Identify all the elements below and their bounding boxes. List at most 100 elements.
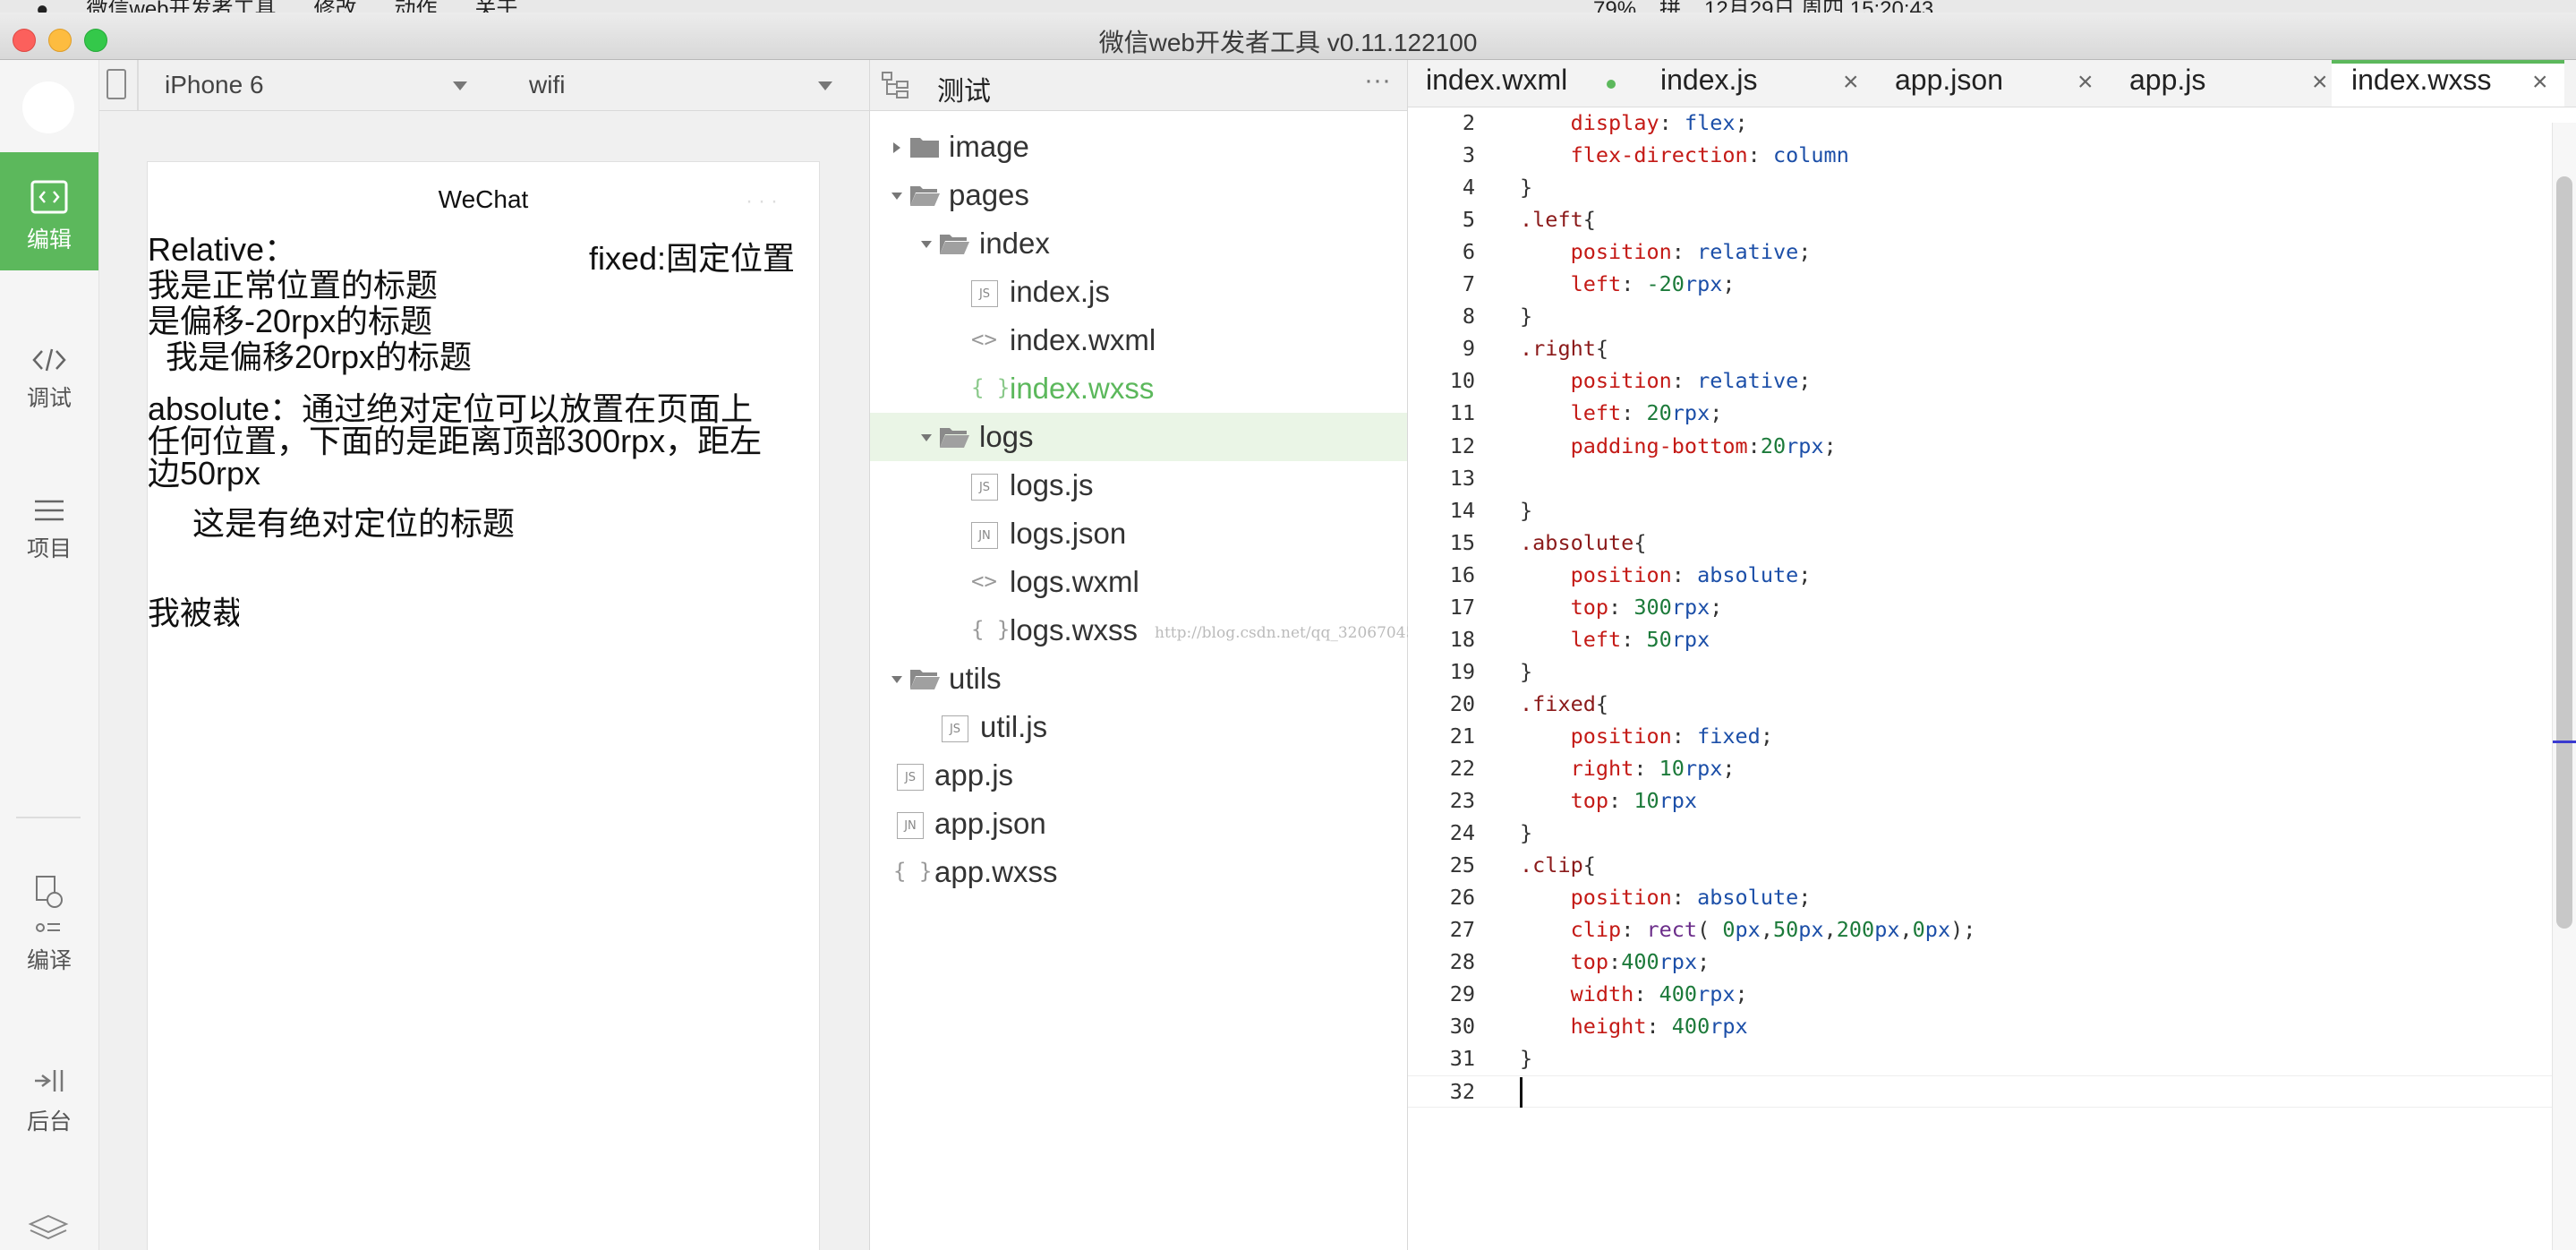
chevron-down-icon[interactable] bbox=[921, 434, 932, 441]
code-line[interactable]: 6 position: relative; bbox=[1408, 235, 2554, 268]
code-token: rpx bbox=[1684, 756, 1723, 781]
more-dots-icon[interactable]: ··· bbox=[746, 189, 783, 214]
menu-item-about[interactable]: 关于 bbox=[475, 0, 518, 13]
chevron-down-icon[interactable] bbox=[921, 241, 932, 248]
code-line[interactable]: 14} bbox=[1408, 494, 2554, 527]
tab-index-js[interactable]: index.js × bbox=[1641, 60, 1875, 107]
editor-scrollbar[interactable] bbox=[2552, 123, 2576, 1250]
tree-folder-index[interactable]: index bbox=[870, 219, 1407, 268]
code-line[interactable]: 27 clip: rect( 0px,50px,200px,0px); bbox=[1408, 913, 2554, 946]
tree-folder-utils[interactable]: utils bbox=[870, 655, 1407, 703]
menu-item-action[interactable]: 动作 bbox=[395, 0, 438, 13]
sidebar-item-background[interactable]: 后台 bbox=[0, 1065, 98, 1136]
input-method-icon[interactable]: 拼 bbox=[1659, 0, 1681, 13]
code-token: 300 bbox=[1633, 594, 1672, 620]
tree-file-app-wxss[interactable]: { } app.wxss bbox=[870, 848, 1407, 896]
code-token: : bbox=[1621, 626, 1647, 652]
tab-app-js[interactable]: app.js × bbox=[2110, 60, 2344, 107]
code-line[interactable]: 16 position: absolute; bbox=[1408, 559, 2554, 591]
chevron-down-icon[interactable] bbox=[891, 193, 902, 200]
code-line[interactable]: 31} bbox=[1408, 1042, 2554, 1074]
code-line[interactable]: 8} bbox=[1408, 300, 2554, 332]
code-line[interactable]: 12 padding-bottom:20rpx; bbox=[1408, 430, 2554, 462]
code-token: : bbox=[1747, 142, 1773, 168]
code-line[interactable]: 3 flex-direction: column bbox=[1408, 139, 2554, 171]
chevron-down-icon[interactable] bbox=[891, 676, 902, 683]
code-line[interactable]: 17 top: 300rpx; bbox=[1408, 591, 2554, 623]
tree-file-logs-json[interactable]: JN logs.json bbox=[870, 509, 1407, 558]
code-area[interactable]: 2 display: flex; 3 flex-direction: column… bbox=[1408, 107, 2554, 1250]
sidebar-item-project[interactable]: 项目 bbox=[0, 497, 98, 563]
sidebar-item-edit[interactable]: 编辑 bbox=[0, 152, 98, 270]
tree-item-label: logs.wxss bbox=[1010, 613, 1139, 646]
close-icon[interactable]: × bbox=[1843, 67, 1859, 98]
code-line[interactable]: 30 height: 400rpx bbox=[1408, 1010, 2554, 1042]
tree-file-logs-wxml[interactable]: <> logs.wxml bbox=[870, 558, 1407, 606]
code-line[interactable]: 10 position: relative; bbox=[1408, 364, 2554, 397]
code-token: clip bbox=[1570, 917, 1622, 943]
tree-file-index-wxml[interactable]: <> index.wxml bbox=[870, 316, 1407, 364]
code-line[interactable]: 20 .fixed{ bbox=[1408, 688, 2554, 720]
tree-folder-pages[interactable]: pages bbox=[870, 171, 1407, 219]
code-line[interactable]: 28 top:400rpx; bbox=[1408, 946, 2554, 978]
scrollbar-thumb[interactable] bbox=[2556, 176, 2572, 929]
menu-item-app[interactable]: 微信web开发者工具 bbox=[87, 0, 277, 13]
code-line[interactable]: 23 top: 10rpx bbox=[1408, 784, 2554, 817]
tree-view-icon[interactable] bbox=[881, 71, 911, 99]
code-text: top: 10rpx bbox=[1520, 788, 1698, 813]
tree-file-index-wxss[interactable]: { } index.wxss bbox=[870, 364, 1407, 413]
tree-file-app-json[interactable]: JN app.json bbox=[870, 800, 1407, 848]
code-token: top bbox=[1570, 949, 1609, 975]
tree-file-index-js[interactable]: JS index.js bbox=[870, 268, 1407, 316]
code-line[interactable]: 7 left: -20rpx; bbox=[1408, 268, 2554, 300]
avatar[interactable] bbox=[22, 81, 74, 133]
layers-icon[interactable] bbox=[27, 1213, 70, 1244]
code-line[interactable]: 21 position: fixed; bbox=[1408, 720, 2554, 752]
code-line[interactable]: 13 bbox=[1408, 462, 2554, 494]
tree-item-label: index bbox=[979, 227, 1050, 260]
tree-file-logs-js[interactable]: JS logs.js bbox=[870, 461, 1407, 509]
apple-menu-icon[interactable]: ● bbox=[36, 0, 49, 13]
tree-file-util-js[interactable]: JS util.js bbox=[870, 703, 1407, 751]
code-line[interactable]: 24} bbox=[1408, 817, 2554, 849]
code-line[interactable]: 25 .clip{ bbox=[1408, 849, 2554, 881]
clock[interactable]: 12月29日 周四 15:20:43 bbox=[1704, 0, 1933, 13]
code-line[interactable]: 2 display: flex; bbox=[1408, 107, 2554, 139]
close-icon[interactable]: × bbox=[2312, 67, 2328, 98]
tree-folder-logs[interactable]: logs bbox=[870, 413, 1407, 461]
more-options-icon[interactable]: ··· bbox=[1364, 65, 1391, 96]
code-token: rpx bbox=[1786, 432, 1824, 458]
chevron-down-icon[interactable] bbox=[818, 81, 832, 90]
code-line[interactable]: 4} bbox=[1408, 171, 2554, 203]
chevron-down-icon[interactable] bbox=[453, 81, 467, 90]
close-icon[interactable]: × bbox=[2532, 67, 2548, 98]
tab-index-wxss[interactable]: index.wxss × bbox=[2332, 60, 2564, 107]
close-icon[interactable]: × bbox=[2077, 67, 2094, 98]
code-token: 50 bbox=[1646, 626, 1672, 652]
code-text: left: 20rpx; bbox=[1520, 400, 1723, 425]
tree-folder-image[interactable]: image bbox=[870, 123, 1407, 171]
code-line[interactable]: 22 right: 10rpx; bbox=[1408, 752, 2554, 784]
code-line[interactable]: 19} bbox=[1408, 655, 2554, 688]
tab-index-wxml[interactable]: index.wxml bbox=[1408, 60, 1641, 107]
code-token: .absolute bbox=[1520, 529, 1634, 555]
code-line[interactable]: 11 left: 20rpx; bbox=[1408, 397, 2554, 429]
tab-app-json[interactable]: app.json × bbox=[1875, 60, 2110, 107]
code-line[interactable]: 26 position: absolute; bbox=[1408, 881, 2554, 913]
code-token: } bbox=[1520, 658, 1533, 684]
sidebar-item-compile[interactable]: 编译 bbox=[0, 873, 98, 975]
device-select[interactable]: iPhone 6 bbox=[165, 71, 264, 99]
tree-file-app-js[interactable]: JS app.js bbox=[870, 751, 1407, 800]
network-select[interactable]: wifi bbox=[529, 71, 565, 99]
code-line[interactable]: 9 .right{ bbox=[1408, 332, 2554, 364]
phone-icon[interactable] bbox=[107, 69, 126, 99]
code-line[interactable]: 5 .left{ bbox=[1408, 203, 2554, 235]
menu-item-edit[interactable]: 修改 bbox=[314, 0, 357, 13]
code-line[interactable]: 18 left: 50rpx bbox=[1408, 623, 2554, 655]
sidebar-item-debug[interactable]: 调试 bbox=[0, 347, 98, 413]
relative-heading: Relative： bbox=[148, 231, 297, 268]
chevron-right-icon[interactable] bbox=[893, 142, 900, 153]
code-line[interactable]: 29 width: 400rpx; bbox=[1408, 978, 2554, 1010]
code-line[interactable]: 15 .absolute{ bbox=[1408, 527, 2554, 559]
